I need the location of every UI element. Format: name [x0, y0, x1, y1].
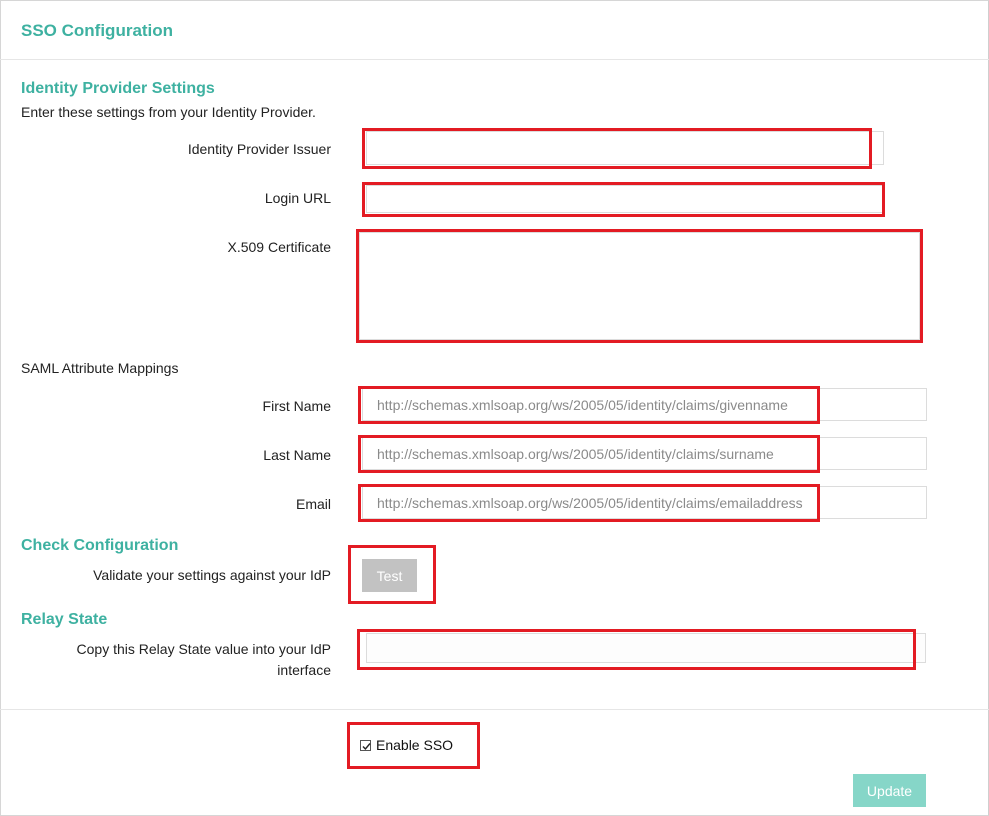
enable-sso-label: Enable SSO [376, 737, 454, 753]
login-url-input[interactable] [366, 185, 884, 213]
enable-sso-control[interactable]: Enable SSO [360, 737, 453, 753]
update-button[interactable]: Update [853, 774, 926, 807]
first-name-input[interactable] [362, 388, 927, 421]
test-button[interactable]: Test [362, 559, 417, 592]
check-label: Validate your settings against your IdP [93, 567, 331, 583]
relay-section-title: Relay State [21, 611, 108, 628]
email-label: Email [295, 496, 331, 512]
page-title: SSO Configuration [21, 21, 174, 40]
checkmark-icon [362, 742, 371, 750]
relay-state-input[interactable] [366, 633, 926, 663]
email-input[interactable] [362, 486, 927, 519]
relay-label-line1: Copy this Relay State value into your Id… [76, 641, 331, 657]
header-divider [0, 59, 989, 60]
last-name-label: Last Name [263, 447, 331, 463]
enable-sso-checkbox[interactable] [360, 739, 371, 751]
certificate-textarea[interactable] [359, 232, 920, 340]
relay-label-line2: interface [277, 662, 331, 678]
idp-section-title: Identity Provider Settings [21, 80, 215, 97]
last-name-input[interactable] [362, 437, 927, 470]
saml-section-title: SAML Attribute Mappings [21, 360, 179, 376]
certificate-label: X.509 Certificate [227, 239, 332, 255]
first-name-label: First Name [262, 398, 331, 414]
issuer-label: Identity Provider Issuer [187, 141, 331, 157]
footer-divider [0, 709, 989, 710]
relay-label: Copy this Relay State value into your Id… [11, 639, 331, 681]
issuer-input[interactable] [366, 131, 884, 165]
login-url-label: Login URL [264, 190, 331, 206]
idp-description: Enter these settings from your Identity … [21, 104, 316, 120]
check-section-title: Check Configuration [21, 537, 179, 554]
